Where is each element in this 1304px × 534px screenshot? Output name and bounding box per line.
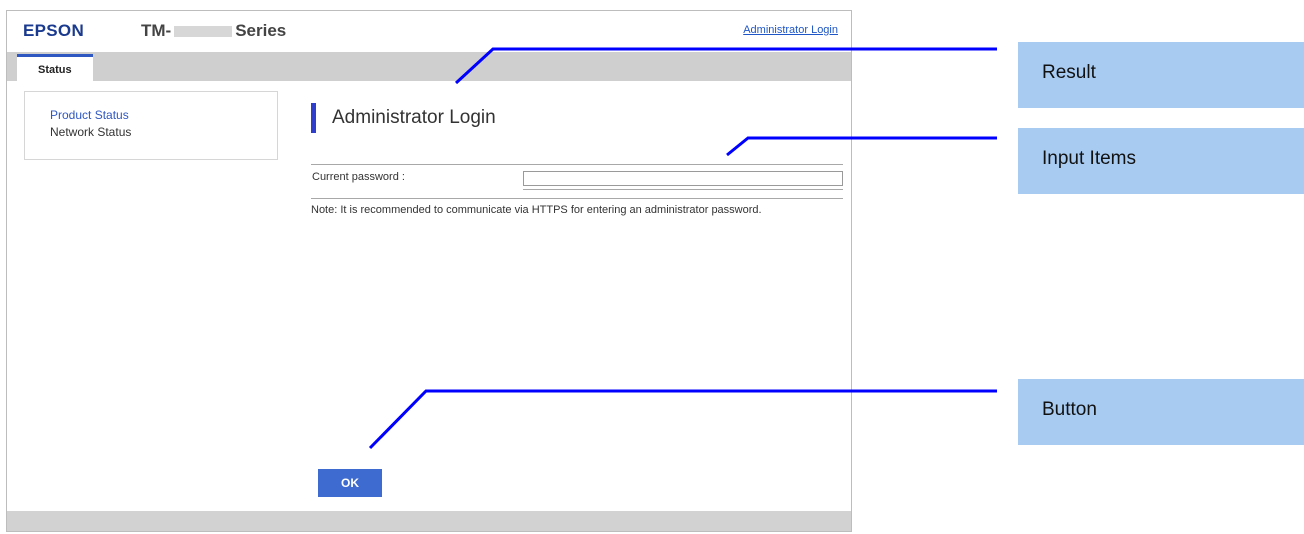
result-leader-line xyxy=(454,47,997,85)
input-items-leader-line xyxy=(726,136,997,157)
callout-button: Button xyxy=(1018,379,1304,445)
callout-result: Result xyxy=(1018,42,1304,108)
callout-input-items: Input Items xyxy=(1018,128,1304,194)
button-leader-line xyxy=(368,389,997,450)
